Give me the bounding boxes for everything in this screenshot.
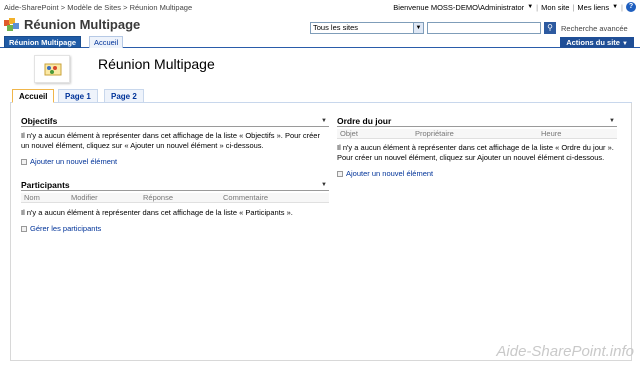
objectifs-add-link[interactable]: Ajouter un nouvel élément <box>21 157 329 166</box>
objectifs-add-label[interactable]: Ajouter un nouvel élément <box>30 157 117 166</box>
ordre-du-jour-header: Ordre du jour ▼ <box>337 115 617 127</box>
column-header-proprietaire[interactable]: Propriétaire <box>415 129 541 138</box>
participants-manage-label[interactable]: Gérer les participants <box>30 224 101 233</box>
chevron-down-icon[interactable]: ▼ <box>321 179 327 191</box>
welcome-menu[interactable]: Bienvenue MOSS-DEMO\Administrator <box>393 3 524 12</box>
page-tab-strip: Accueil Page 1 Page 2 <box>10 89 632 103</box>
top-separator: | <box>621 2 623 12</box>
participants-manage-link[interactable]: Gérer les participants <box>21 224 329 233</box>
search-input[interactable] <box>427 22 541 34</box>
chevron-down-icon[interactable]: ▼ <box>321 115 327 127</box>
column-header-modifier[interactable]: Modifier <box>71 193 143 202</box>
top-links: Bienvenue MOSS-DEMO\Administrator ▼ | Mo… <box>393 2 636 12</box>
top-nav: Réunion Multipage Accueil <box>0 36 640 48</box>
breadcrumb: Aide-SharePoint > Modèle de Sites > Réun… <box>4 3 192 12</box>
breadcrumb-item-current[interactable]: Réunion Multipage <box>130 3 193 12</box>
page-title: Réunion Multipage <box>98 56 215 72</box>
chevron-down-icon[interactable]: ▼ <box>413 23 423 33</box>
top-separator: | <box>536 2 539 12</box>
breadcrumb-item-templates[interactable]: Modèle de Sites <box>67 3 121 12</box>
objectifs-webpart: Objectifs ▼ Il n'y a aucun élément à rep… <box>21 115 329 166</box>
tab-accueil[interactable]: Accueil <box>89 36 124 48</box>
ordre-du-jour-title[interactable]: Ordre du jour <box>337 116 391 126</box>
sharepoint-logo-icon <box>4 18 19 31</box>
column-header-nom[interactable]: Nom <box>21 193 71 202</box>
my-links-menu[interactable]: Mes liens <box>577 3 609 12</box>
manage-icon <box>21 225 27 232</box>
column-header-objet[interactable]: Objet <box>337 129 415 138</box>
site-actions-menu[interactable]: Actions du site ▼ <box>560 37 634 48</box>
ordre-add-label[interactable]: Ajouter un nouvel élément <box>346 169 433 178</box>
participants-empty-text: Il n'y a aucun élément à représenter dan… <box>21 208 293 217</box>
top-separator: | <box>572 2 575 12</box>
objectifs-title[interactable]: Objectifs <box>21 116 57 126</box>
advanced-search-link[interactable]: Recherche avancée <box>561 24 628 33</box>
tab-reunion-multipage[interactable]: Réunion Multipage <box>4 36 82 48</box>
participants-title[interactable]: Participants <box>21 180 70 190</box>
site-title[interactable]: Réunion Multipage <box>24 17 140 32</box>
breadcrumb-separator: > <box>60 3 66 12</box>
site-actions-label: Actions du site <box>566 38 620 47</box>
column-header-heure[interactable]: Heure <box>541 129 601 138</box>
search-scope-value: Tous les sites <box>313 23 359 32</box>
breadcrumb-separator: > <box>123 3 128 12</box>
chevron-down-icon[interactable]: ▼ <box>609 115 615 127</box>
tab-page-1[interactable]: Page 1 <box>58 89 98 103</box>
content-area: Objectifs ▼ Il n'y a aucun élément à rep… <box>10 103 632 361</box>
title-area <box>0 48 640 86</box>
ordre-column-headers: Objet Propriétaire Heure <box>337 129 617 139</box>
meeting-icon <box>34 55 70 83</box>
ordre-du-jour-webpart: Ordre du jour ▼ Objet Propriétaire Heure… <box>337 115 617 178</box>
objectifs-header: Objectifs ▼ <box>21 115 329 127</box>
chevron-down-icon[interactable]: ▼ <box>612 4 618 10</box>
participants-header: Participants ▼ <box>21 179 329 191</box>
search-scope-select[interactable]: Tous les sites ▼ <box>310 22 424 34</box>
add-item-icon <box>337 170 343 177</box>
watermark: Aide-SharePoint.info <box>496 343 634 360</box>
top-bar: Aide-SharePoint > Modèle de Sites > Réun… <box>0 0 640 14</box>
add-item-icon <box>21 158 27 165</box>
help-icon[interactable]: ? <box>626 2 636 12</box>
column-header-commentaire[interactable]: Commentaire <box>223 193 313 202</box>
participants-webpart: Participants ▼ Nom Modifier Réponse Comm… <box>21 179 329 233</box>
tab-page-2[interactable]: Page 2 <box>104 89 144 103</box>
objectifs-empty-text: Il n'y a aucun élément à représenter dan… <box>21 131 320 150</box>
my-site-link[interactable]: Mon site <box>541 3 569 12</box>
column-header-reponse[interactable]: Réponse <box>143 193 223 202</box>
ordre-empty-text: Il n'y a aucun élément à représenter dan… <box>337 143 614 162</box>
search-icon[interactable]: ⚲ <box>544 22 556 34</box>
chevron-down-icon: ▼ <box>622 41 628 47</box>
tab-page-accueil[interactable]: Accueil <box>12 89 55 103</box>
search-area: Tous les sites ▼ ⚲ Recherche avancée <box>310 22 628 34</box>
participants-column-headers: Nom Modifier Réponse Commentaire <box>21 193 329 203</box>
ordre-add-link[interactable]: Ajouter un nouvel élément <box>337 169 617 178</box>
chevron-down-icon[interactable]: ▼ <box>527 4 533 10</box>
breadcrumb-item-root[interactable]: Aide-SharePoint <box>4 3 59 12</box>
